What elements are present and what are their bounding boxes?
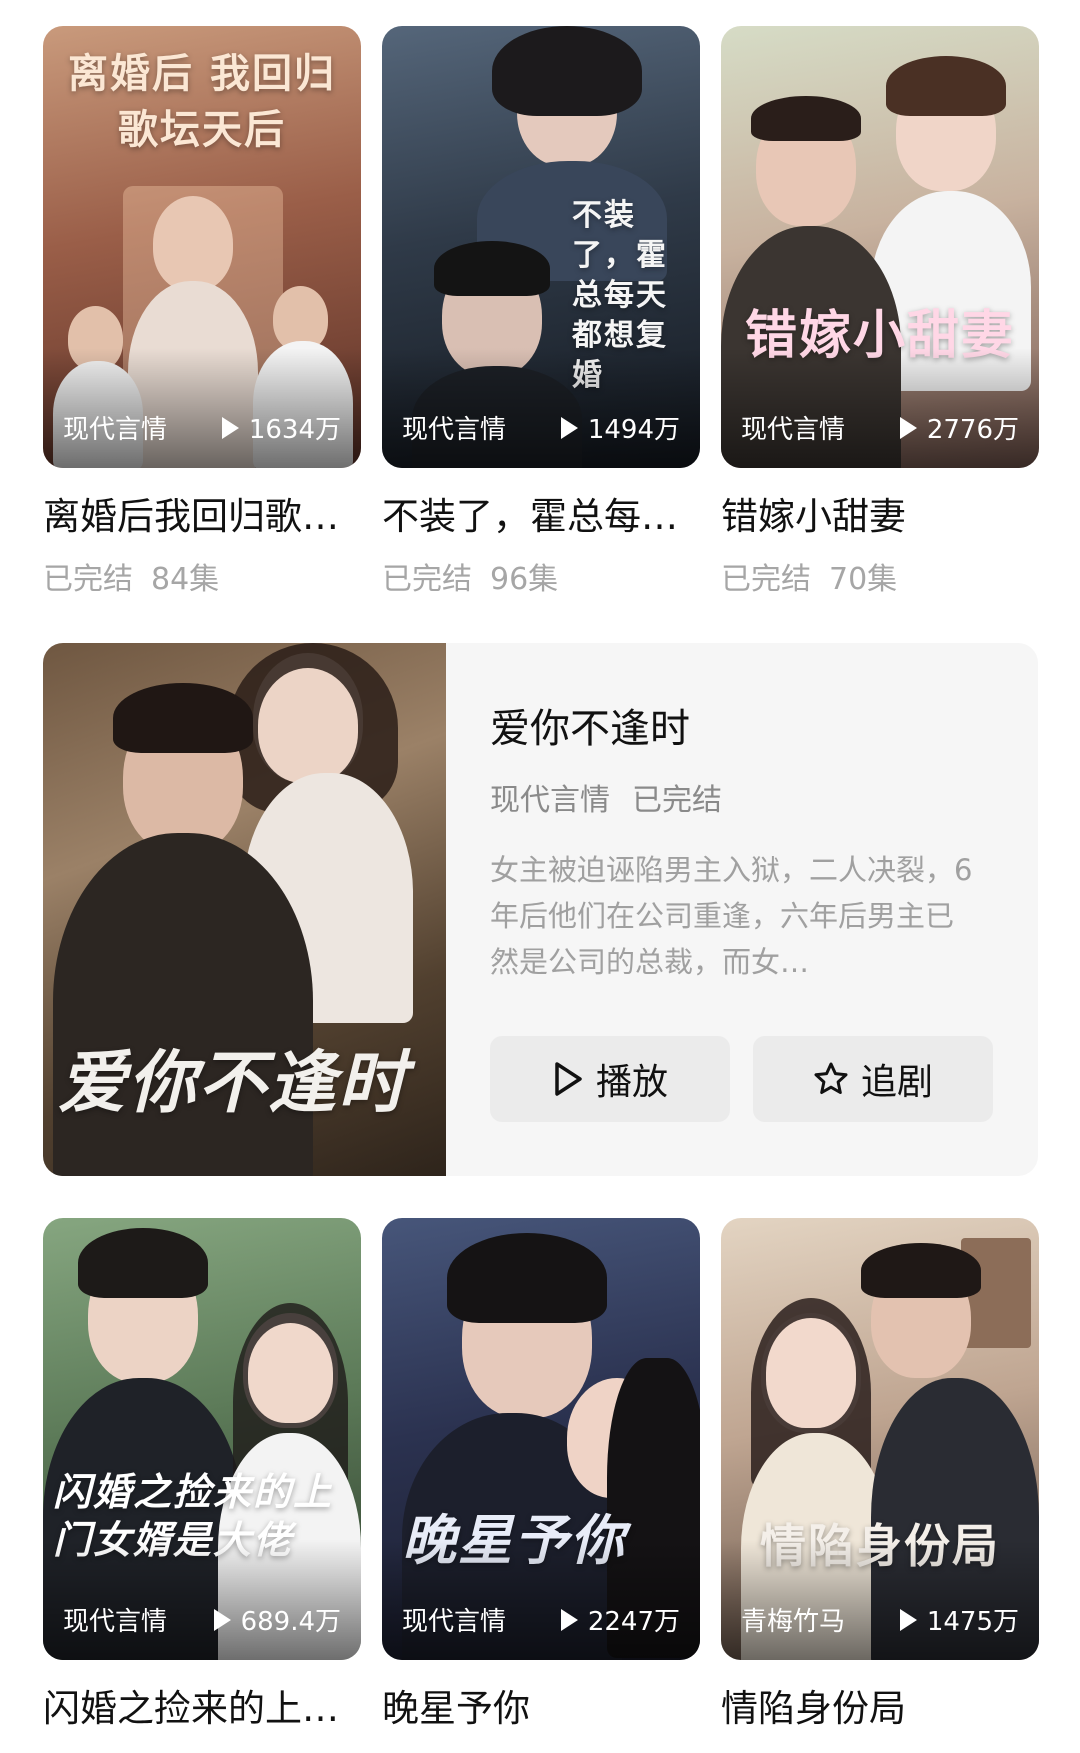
view-count: 1634万 <box>221 409 341 446</box>
featured-title[interactable]: 爱你不逢时 <box>490 703 990 755</box>
play-icon <box>899 416 917 439</box>
play-icon <box>221 416 239 439</box>
play-icon <box>560 416 578 439</box>
drama-card-3[interactable]: 错嫁小甜妻 现代言情 2776万 错嫁小甜妻 已完结 70集 <box>721 26 1039 598</box>
play-icon <box>899 1608 917 1631</box>
genre-label: 现代言情 <box>741 415 846 445</box>
play-button-label: 播放 <box>595 1062 668 1103</box>
drama-title[interactable]: 情陷身份局 <box>721 1686 1039 1732</box>
play-button[interactable]: 播放 <box>490 1036 730 1122</box>
view-count: 2247万 <box>560 1601 680 1638</box>
genre-label: 现代言情 <box>490 783 610 818</box>
featured-description: 女主被迫诬陷男主入狱，二人决裂，6年后他们在公司重逢，六年后男主已然是公司的总裁… <box>490 853 973 979</box>
featured-drama-card[interactable]: 爱你不逢时 爱你不逢时 现代言情 已完结 女主被迫诬陷男主入狱，二人决裂，6年后他… <box>43 643 1038 1176</box>
episode-count: 96集 <box>490 562 559 597</box>
view-count: 689.4万 <box>213 1601 341 1638</box>
drama-poster[interactable]: 情陷身份局 青梅竹马 1475万 <box>721 1218 1039 1660</box>
play-icon <box>560 1608 578 1631</box>
featured-poster[interactable]: 爱你不逢时 <box>43 643 446 1176</box>
drama-title[interactable]: 闪婚之捡来的上… <box>43 1686 361 1732</box>
drama-title[interactable]: 错嫁小甜妻 <box>721 494 1039 540</box>
star-icon <box>814 1062 848 1094</box>
drama-meta: 已完结 70集 <box>721 554 1039 598</box>
poster-title-art: 离婚后 我回归歌坛天后 <box>68 50 336 153</box>
drama-card-5[interactable]: 晚星予你 现代言情 2247万 晚星予你 <box>382 1218 700 1732</box>
view-count: 1475万 <box>899 1601 1019 1638</box>
status-label: 已完结 <box>632 783 722 818</box>
episode-count: 84集 <box>151 562 220 597</box>
poster-title-art: 爱你不逢时 <box>58 1043 409 1123</box>
genre-label: 现代言情 <box>63 415 168 445</box>
drama-card-4[interactable]: 闪婚之捡来的上门女婿是大佬 现代言情 689.4万 闪婚之捡来的上… <box>43 1218 361 1732</box>
genre-label: 现代言情 <box>63 1607 168 1637</box>
featured-info: 爱你不逢时 现代言情 已完结 女主被迫诬陷男主入狱，二人决裂，6年后他们在公司重逢… <box>490 703 990 985</box>
view-count: 1494万 <box>560 409 680 446</box>
episode-count: 70集 <box>829 562 898 597</box>
play-icon <box>213 1608 231 1631</box>
drama-meta: 已完结 96集 <box>382 554 700 598</box>
drama-poster[interactable]: 晚星予你 现代言情 2247万 <box>382 1218 700 1660</box>
genre-label: 现代言情 <box>402 1607 507 1637</box>
drama-poster[interactable]: 闪婚之捡来的上门女婿是大佬 现代言情 689.4万 <box>43 1218 361 1660</box>
featured-tags: 现代言情 已完结 <box>490 775 990 819</box>
drama-title[interactable]: 晚星予你 <box>382 1686 700 1732</box>
status-label: 已完结 <box>382 562 472 597</box>
drama-poster[interactable]: 离婚后 我回归歌坛天后 现代言情 1634万 <box>43 26 361 468</box>
status-label: 已完结 <box>43 562 133 597</box>
drama-card-6[interactable]: 情陷身份局 青梅竹马 1475万 情陷身份局 <box>721 1218 1039 1732</box>
drama-poster[interactable]: 不装了，霍总每天都想复婚 现代言情 1494万 <box>382 26 700 468</box>
drama-card-2[interactable]: 不装了，霍总每天都想复婚 现代言情 1494万 不装了，霍总每… 已完结 96集 <box>382 26 700 598</box>
drama-title[interactable]: 离婚后我回归歌… <box>43 494 361 540</box>
follow-button-label: 追剧 <box>860 1062 933 1103</box>
follow-button[interactable]: 追剧 <box>753 1036 993 1122</box>
play-outline-icon <box>555 1062 582 1096</box>
drama-poster[interactable]: 错嫁小甜妻 现代言情 2776万 <box>721 26 1039 468</box>
view-count: 2776万 <box>899 409 1019 446</box>
status-label: 已完结 <box>721 562 811 597</box>
drama-card-1[interactable]: 离婚后 我回归歌坛天后 现代言情 1634万 离婚后我回归歌… 已完结 84集 <box>43 26 361 598</box>
drama-title[interactable]: 不装了，霍总每… <box>382 494 700 540</box>
genre-label: 青梅竹马 <box>741 1607 846 1637</box>
genre-label: 现代言情 <box>402 415 507 445</box>
drama-meta: 已完结 84集 <box>43 554 361 598</box>
